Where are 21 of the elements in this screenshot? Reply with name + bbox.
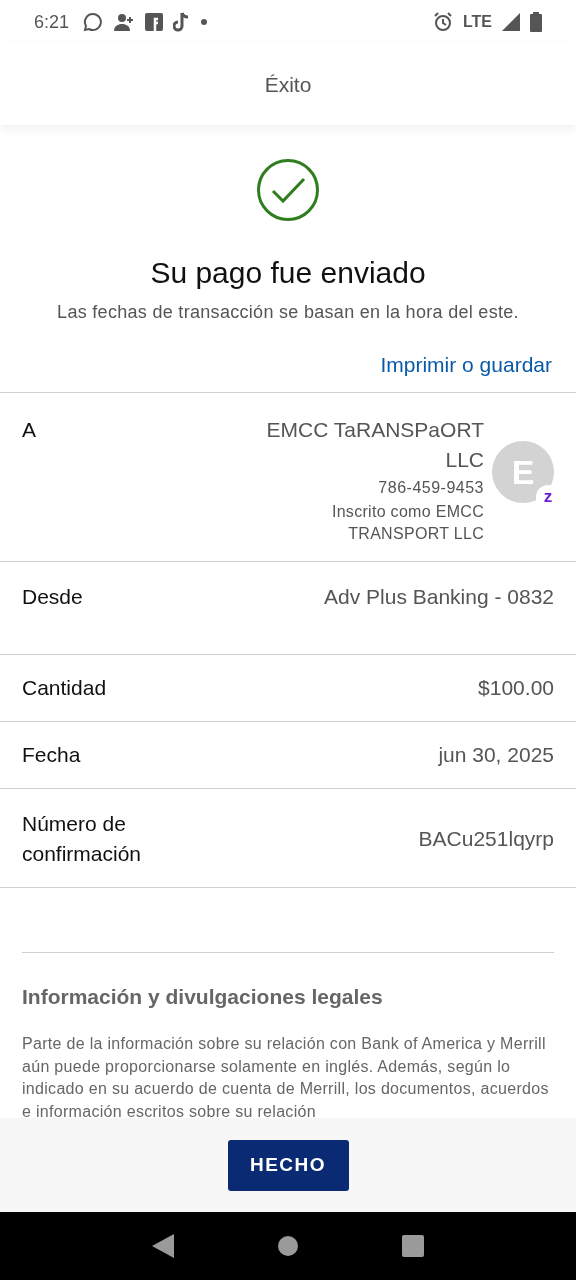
row-value: Adv Plus Banking - 0832 <box>324 585 554 609</box>
enrolled-name: Inscrito como EMCC TRANSPORT LLC <box>330 502 484 544</box>
row-value: $100.00 <box>478 676 554 700</box>
row-label: Desde <box>22 584 83 610</box>
row-label: Cantidad <box>22 675 107 701</box>
row-value: jun 30, 2025 <box>438 743 554 767</box>
success-heading: Su pago fue enviado <box>150 256 426 290</box>
row-value: BACu251lqyrp <box>418 827 554 851</box>
legal-heading: Información y divulgaciones legales <box>22 985 384 1009</box>
print-or-save-link[interactable]: Imprimir o guardar <box>380 353 552 377</box>
timezone-note: Las fechas de transacción se basan en la hora del este. <box>57 302 519 323</box>
recipient-name: EMCC TaRANSPaORT LLC <box>265 417 484 473</box>
row-label: Fecha <box>22 742 81 768</box>
status-time: 6:21 <box>34 11 70 33</box>
screen-title: Éxito <box>264 72 312 97</box>
row-label: A <box>22 417 36 443</box>
done-button[interactable]: HECHO <box>227 1139 349 1191</box>
row-label: Número de confirmación <box>22 811 143 867</box>
legal-text: Parte de la información sobre su relación con Bank of America y Merrill aún puede proporcionarse solamente en inglés. Además, según lo indicado en su acuerdo de cuenta de Merrill, los documentos, acuerdos e información escritos sobre su relación <box>22 1034 550 1118</box>
recipient-phone: 786-459-9453 <box>378 479 484 497</box>
network-type: LTE <box>462 13 492 31</box>
